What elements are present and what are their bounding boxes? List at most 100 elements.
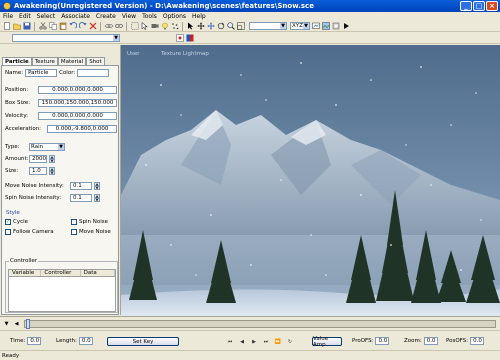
amount-spinner[interactable]: ▲ ▼ (49, 155, 55, 163)
zoom-icon[interactable] (226, 22, 235, 31)
pro-ofs-field[interactable]: 0.0 (375, 337, 390, 345)
move-noise-field[interactable]: 0.1 (70, 182, 92, 190)
paste-icon[interactable] (58, 22, 67, 31)
column-data[interactable]: Data (81, 270, 115, 276)
reference-combo[interactable]: ▼ (249, 22, 287, 30)
tab-texture[interactable]: Texture (31, 57, 58, 65)
region-icon[interactable] (130, 22, 139, 31)
timeline-track[interactable] (24, 320, 496, 328)
follow-camera-label: Follow Camera (13, 229, 54, 235)
go-end-icon[interactable]: ⏩ (274, 338, 282, 346)
set-key-button[interactable]: Set Key (107, 337, 179, 346)
spin-noise-field[interactable]: 0.1 (70, 194, 92, 202)
next-key-icon[interactable]: ⏭ (262, 338, 270, 346)
cut-icon[interactable] (38, 22, 47, 31)
controller-grid[interactable] (8, 277, 116, 312)
save-icon[interactable] (22, 22, 31, 31)
type-select[interactable]: Rain ▼ (29, 143, 65, 151)
viewport-label-mode[interactable]: Texture Lightmap (161, 51, 209, 57)
texture-icon[interactable] (321, 22, 330, 31)
value-amp-button[interactable]: Value Amp. (312, 336, 342, 348)
position-field[interactable]: 0.000,0.000,0.000 (38, 86, 117, 94)
menu-associate[interactable]: Associate (61, 13, 90, 20)
new-icon[interactable] (2, 22, 11, 31)
menu-options[interactable]: Options (163, 13, 186, 20)
minimize-button[interactable]: _ (460, 1, 472, 11)
delete-icon[interactable] (88, 22, 97, 31)
size-spinner[interactable]: ▲ ▼ (49, 167, 55, 175)
undo-icon[interactable] (68, 22, 77, 31)
timeline-slider-thumb[interactable] (26, 319, 30, 329)
unlink-icon[interactable] (114, 22, 123, 31)
scale-icon[interactable] (236, 22, 245, 31)
light-icon[interactable] (160, 22, 169, 31)
copy-icon[interactable] (48, 22, 57, 31)
spin-noise-checkbox[interactable] (71, 219, 77, 225)
particle-icon[interactable] (170, 22, 179, 31)
spin-noise-spinner[interactable]: ▲ ▼ (94, 194, 100, 202)
select-icon[interactable] (140, 22, 149, 31)
link-icon[interactable] (104, 22, 113, 31)
particle-system-icon[interactable] (175, 33, 184, 42)
acceleration-label: Acceleration: (5, 126, 42, 132)
menu-bar: File Edit Select Associate Create View T… (0, 12, 500, 21)
menu-file[interactable]: File (3, 13, 13, 20)
follow-camera-checkbox[interactable] (5, 229, 11, 235)
box-size-field[interactable]: 150.000,150.000,150.000 (38, 99, 117, 107)
controller-title: Controller (9, 258, 39, 264)
menu-edit[interactable]: Edit (19, 13, 31, 20)
loop-icon[interactable]: ↻ (286, 338, 294, 346)
tab-shot[interactable]: Shot (86, 57, 105, 65)
viewport-label-user[interactable]: User (127, 51, 140, 57)
tab-particle[interactable]: Particle (2, 57, 32, 65)
controller-grid-header: Variable Controller Data (8, 269, 116, 277)
color-swatch-icon[interactable] (185, 33, 194, 42)
rotate-icon[interactable] (216, 22, 225, 31)
column-controller[interactable]: Controller (41, 270, 81, 276)
redo-icon[interactable] (78, 22, 87, 31)
timeline-dropdown-icon[interactable]: ▼ (2, 320, 11, 328)
play-icon[interactable] (341, 22, 350, 31)
move-noise-checkbox[interactable] (71, 229, 77, 235)
menu-tools[interactable]: Tools (142, 13, 157, 20)
cycle-checkbox[interactable]: ✓ (5, 219, 11, 225)
acceleration-field[interactable]: 0.000,-9.800,0.000 (47, 125, 117, 133)
camera-icon[interactable] (150, 22, 159, 31)
object-combo[interactable]: ▼ (12, 33, 120, 42)
time-field[interactable]: 0.0 (27, 337, 42, 345)
pos-ofs-field[interactable]: 0.0 (470, 337, 485, 345)
style-title: Style (6, 210, 20, 216)
velocity-field[interactable]: 0.000,0.000,0.000 (38, 112, 117, 120)
play-icon[interactable]: ▶ (250, 338, 258, 346)
tab-material[interactable]: Material (57, 57, 87, 65)
spin-noise-label: Spin Noise Intensity: (5, 195, 62, 201)
timeline-expand-icon[interactable]: ◀ (12, 320, 21, 328)
zoom-field[interactable]: 0.0 (423, 337, 438, 345)
menu-select[interactable]: Select (37, 13, 56, 20)
axis-combo[interactable]: XYZ ▼ (290, 22, 310, 30)
move-icon[interactable] (196, 22, 205, 31)
cycle-label: Cycle (13, 219, 29, 225)
size-field[interactable]: 1.0 (29, 167, 47, 175)
settings-icon[interactable] (331, 22, 340, 31)
move-noise-spinner[interactable]: ▲ ▼ (94, 182, 100, 190)
position-label: Position: (5, 87, 29, 93)
menu-create[interactable]: Create (96, 13, 116, 20)
maximize-button[interactable]: □ (473, 1, 485, 11)
amount-field[interactable]: 2000 (29, 155, 47, 163)
column-variable[interactable]: Variable (9, 270, 42, 276)
menu-help[interactable]: Help (192, 13, 206, 20)
render-icon[interactable] (311, 22, 320, 31)
name-field[interactable]: Particle (25, 69, 58, 77)
chevron-down-icon: ▼ (280, 23, 286, 29)
length-field[interactable]: 0.0 (78, 337, 93, 345)
pan-icon[interactable] (206, 22, 215, 31)
open-icon[interactable] (12, 22, 21, 31)
menu-view[interactable]: View (122, 13, 136, 20)
prev-key-icon[interactable]: ◀ (238, 338, 246, 346)
go-start-icon[interactable]: ⏮ (226, 338, 234, 346)
arrow-icon[interactable] (186, 22, 195, 31)
scene-viewport[interactable]: User Texture Lightmap (121, 45, 500, 316)
close-button[interactable]: × (486, 1, 498, 11)
color-field[interactable] (77, 69, 110, 77)
